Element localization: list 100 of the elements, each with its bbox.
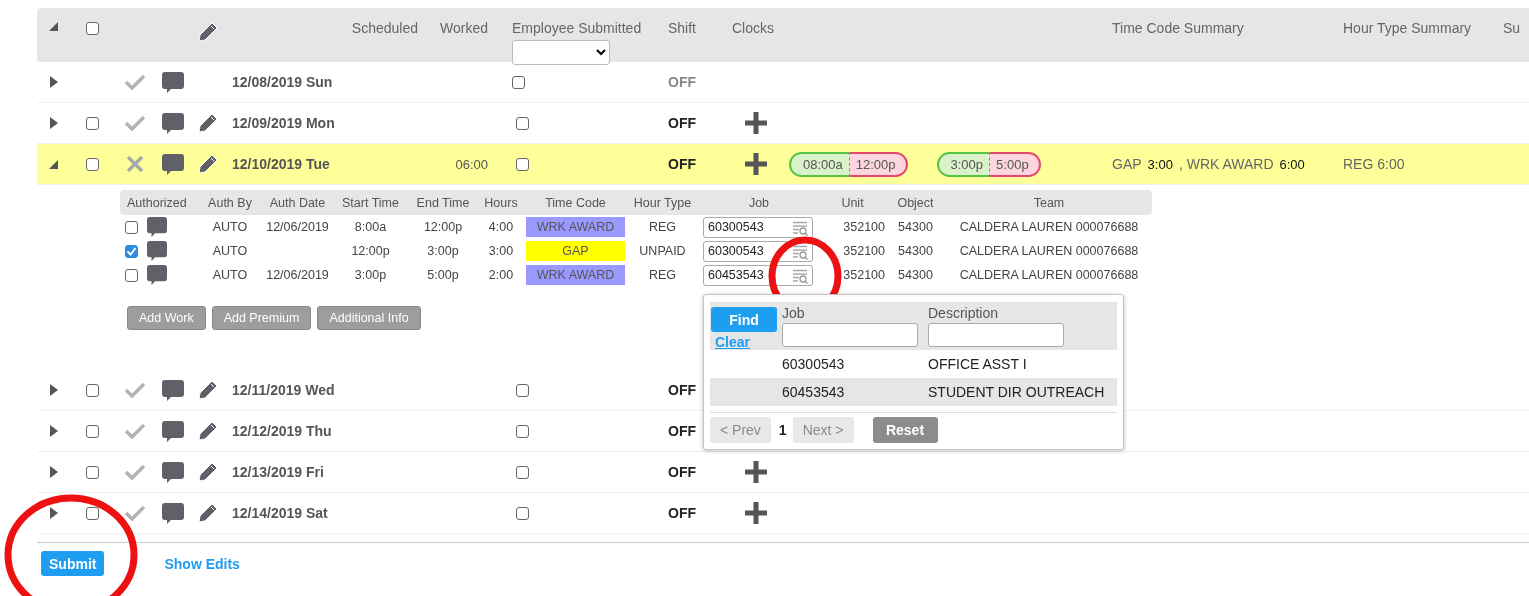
search-list-icon[interactable] [792,220,808,236]
object-cell: 54300 [898,268,933,282]
comment-icon[interactable] [161,502,184,524]
check-icon[interactable] [124,423,146,439]
end-time-cell: 12:00p [423,220,463,234]
comment-icon[interactable] [161,461,184,483]
column-header: Su [1503,20,1521,36]
submitted-checkbox[interactable] [516,383,529,397]
pencil-icon[interactable] [197,154,218,174]
submitted-checkbox[interactable] [512,75,525,89]
column-header: Authorized [126,195,188,210]
clock-out-time[interactable]: 5:00p [990,151,1041,177]
authorized-checkbox[interactable] [125,220,138,234]
pencil-icon[interactable] [197,22,218,42]
auth-by-cell: AUTO [212,244,248,258]
submitted-checkbox[interactable] [516,465,529,479]
unit-cell: 352100 [843,220,885,234]
date-text: 12/12/2019 Thu [232,423,332,439]
column-header: Description [928,305,999,321]
hour-type-cell: REG [648,268,677,282]
search-list-icon[interactable] [792,244,808,260]
search-list-icon[interactable] [792,268,808,284]
expand-arrow-icon[interactable] [49,384,58,396]
authorized-checkbox[interactable] [125,268,138,282]
expand-arrow-icon[interactable] [49,425,58,437]
time-code-cell: GAP [526,241,625,261]
team-cell: CALDERA LAUREN 000076688 [959,220,1139,234]
submitted-checkbox[interactable] [516,506,529,520]
expand-arrow-icon[interactable] [49,117,58,129]
day-row[interactable]: 12/14/2019 Sat OFF [37,493,1529,534]
plus-icon[interactable] [745,502,767,524]
column-header: Start Time [341,195,400,210]
team-cell: CALDERA LAUREN 000076688 [959,244,1139,258]
check-icon[interactable] [124,74,146,90]
submitted-checkbox[interactable] [516,157,529,171]
pencil-icon[interactable] [197,421,218,441]
select-all-checkbox[interactable] [86,22,99,35]
reset-button[interactable]: Reset [872,417,938,443]
pencil-icon[interactable] [197,462,218,482]
shift-text: OFF [668,423,696,439]
comment-icon[interactable] [161,420,184,442]
plus-icon[interactable] [745,112,767,134]
unit-cell: 352100 [843,268,885,282]
day-row[interactable]: 12/13/2019 Fri OFF [37,452,1529,493]
day-row[interactable]: 12/10/2019 Tue 06:00 OFF 08:00a 12:00p 3:00p 5:00p GAP 3:00 , WRK AWARD 6:00 REG 6:00 [37,144,1529,185]
check-icon[interactable] [124,505,146,521]
date-text: 12/08/2019 Sun [232,74,333,90]
shift-text: OFF [668,74,696,90]
shift-text: OFF [668,115,696,131]
day-row[interactable]: 12/08/2019 Sun OFF [37,62,1529,103]
comment-icon[interactable] [161,71,184,93]
row-checkbox[interactable] [86,116,99,130]
row-checkbox[interactable] [86,465,99,479]
comment-icon[interactable] [147,217,167,237]
collapse-arrow-icon[interactable] [49,159,58,169]
expand-arrow-icon[interactable] [49,507,58,519]
column-header: Time Code Summary [1112,20,1244,36]
row-checkbox[interactable] [86,506,99,520]
comment-icon[interactable] [161,153,184,175]
column-header: Team [1032,195,1066,210]
search-field[interactable] [782,323,918,347]
expand-arrow-icon[interactable] [49,76,58,88]
job-number: 60453543 [782,384,846,400]
plus-icon[interactable] [745,153,767,175]
time-code-cell: WRK AWARD [526,217,625,237]
collapse-arrow-icon[interactable] [49,22,58,31]
hours-cell: 2:00 [488,268,514,282]
auth-by-cell: AUTO [212,220,248,234]
comment-icon[interactable] [147,241,167,261]
comment-icon[interactable] [161,112,184,134]
expand-arrow-icon[interactable] [49,466,58,478]
pencil-icon[interactable] [197,503,218,523]
hour-type-cell: REG [648,220,677,234]
clock-in-time[interactable]: 08:00a [789,151,850,177]
end-time-cell: 5:00p [427,268,459,282]
check-icon[interactable] [124,115,146,131]
submitted-checkbox[interactable] [516,116,529,130]
date-text: 12/10/2019 Tue [232,156,330,172]
column-header: Hours [483,195,519,210]
row-checkbox[interactable] [86,383,99,397]
pencil-icon[interactable] [197,113,218,133]
submitted-checkbox[interactable] [516,424,529,438]
auth-date-cell: 12/06/2019 [266,268,329,282]
clock-out-time[interactable]: 12:00p [849,151,908,177]
time-code-cell: WRK AWARD [526,265,625,285]
authorized-checkbox[interactable] [125,244,138,258]
result-row[interactable]: 60453543 STUDENT DIR OUTREACH [710,378,1117,406]
search-field[interactable] [928,323,1064,347]
check-icon[interactable] [124,382,146,398]
comment-icon[interactable] [161,379,184,401]
row-checkbox[interactable] [86,157,99,171]
plus-icon[interactable] [745,461,767,483]
object-cell: 54300 [898,244,933,258]
row-checkbox[interactable] [86,424,99,438]
clock-in-time[interactable]: 3:00p [936,151,991,177]
pencil-icon[interactable] [197,380,218,400]
time-code-label: , WRK AWARD [1178,156,1274,172]
check-icon[interactable] [124,464,146,480]
job-field[interactable]: 60300543 [703,216,813,238]
comment-icon[interactable] [147,265,167,285]
